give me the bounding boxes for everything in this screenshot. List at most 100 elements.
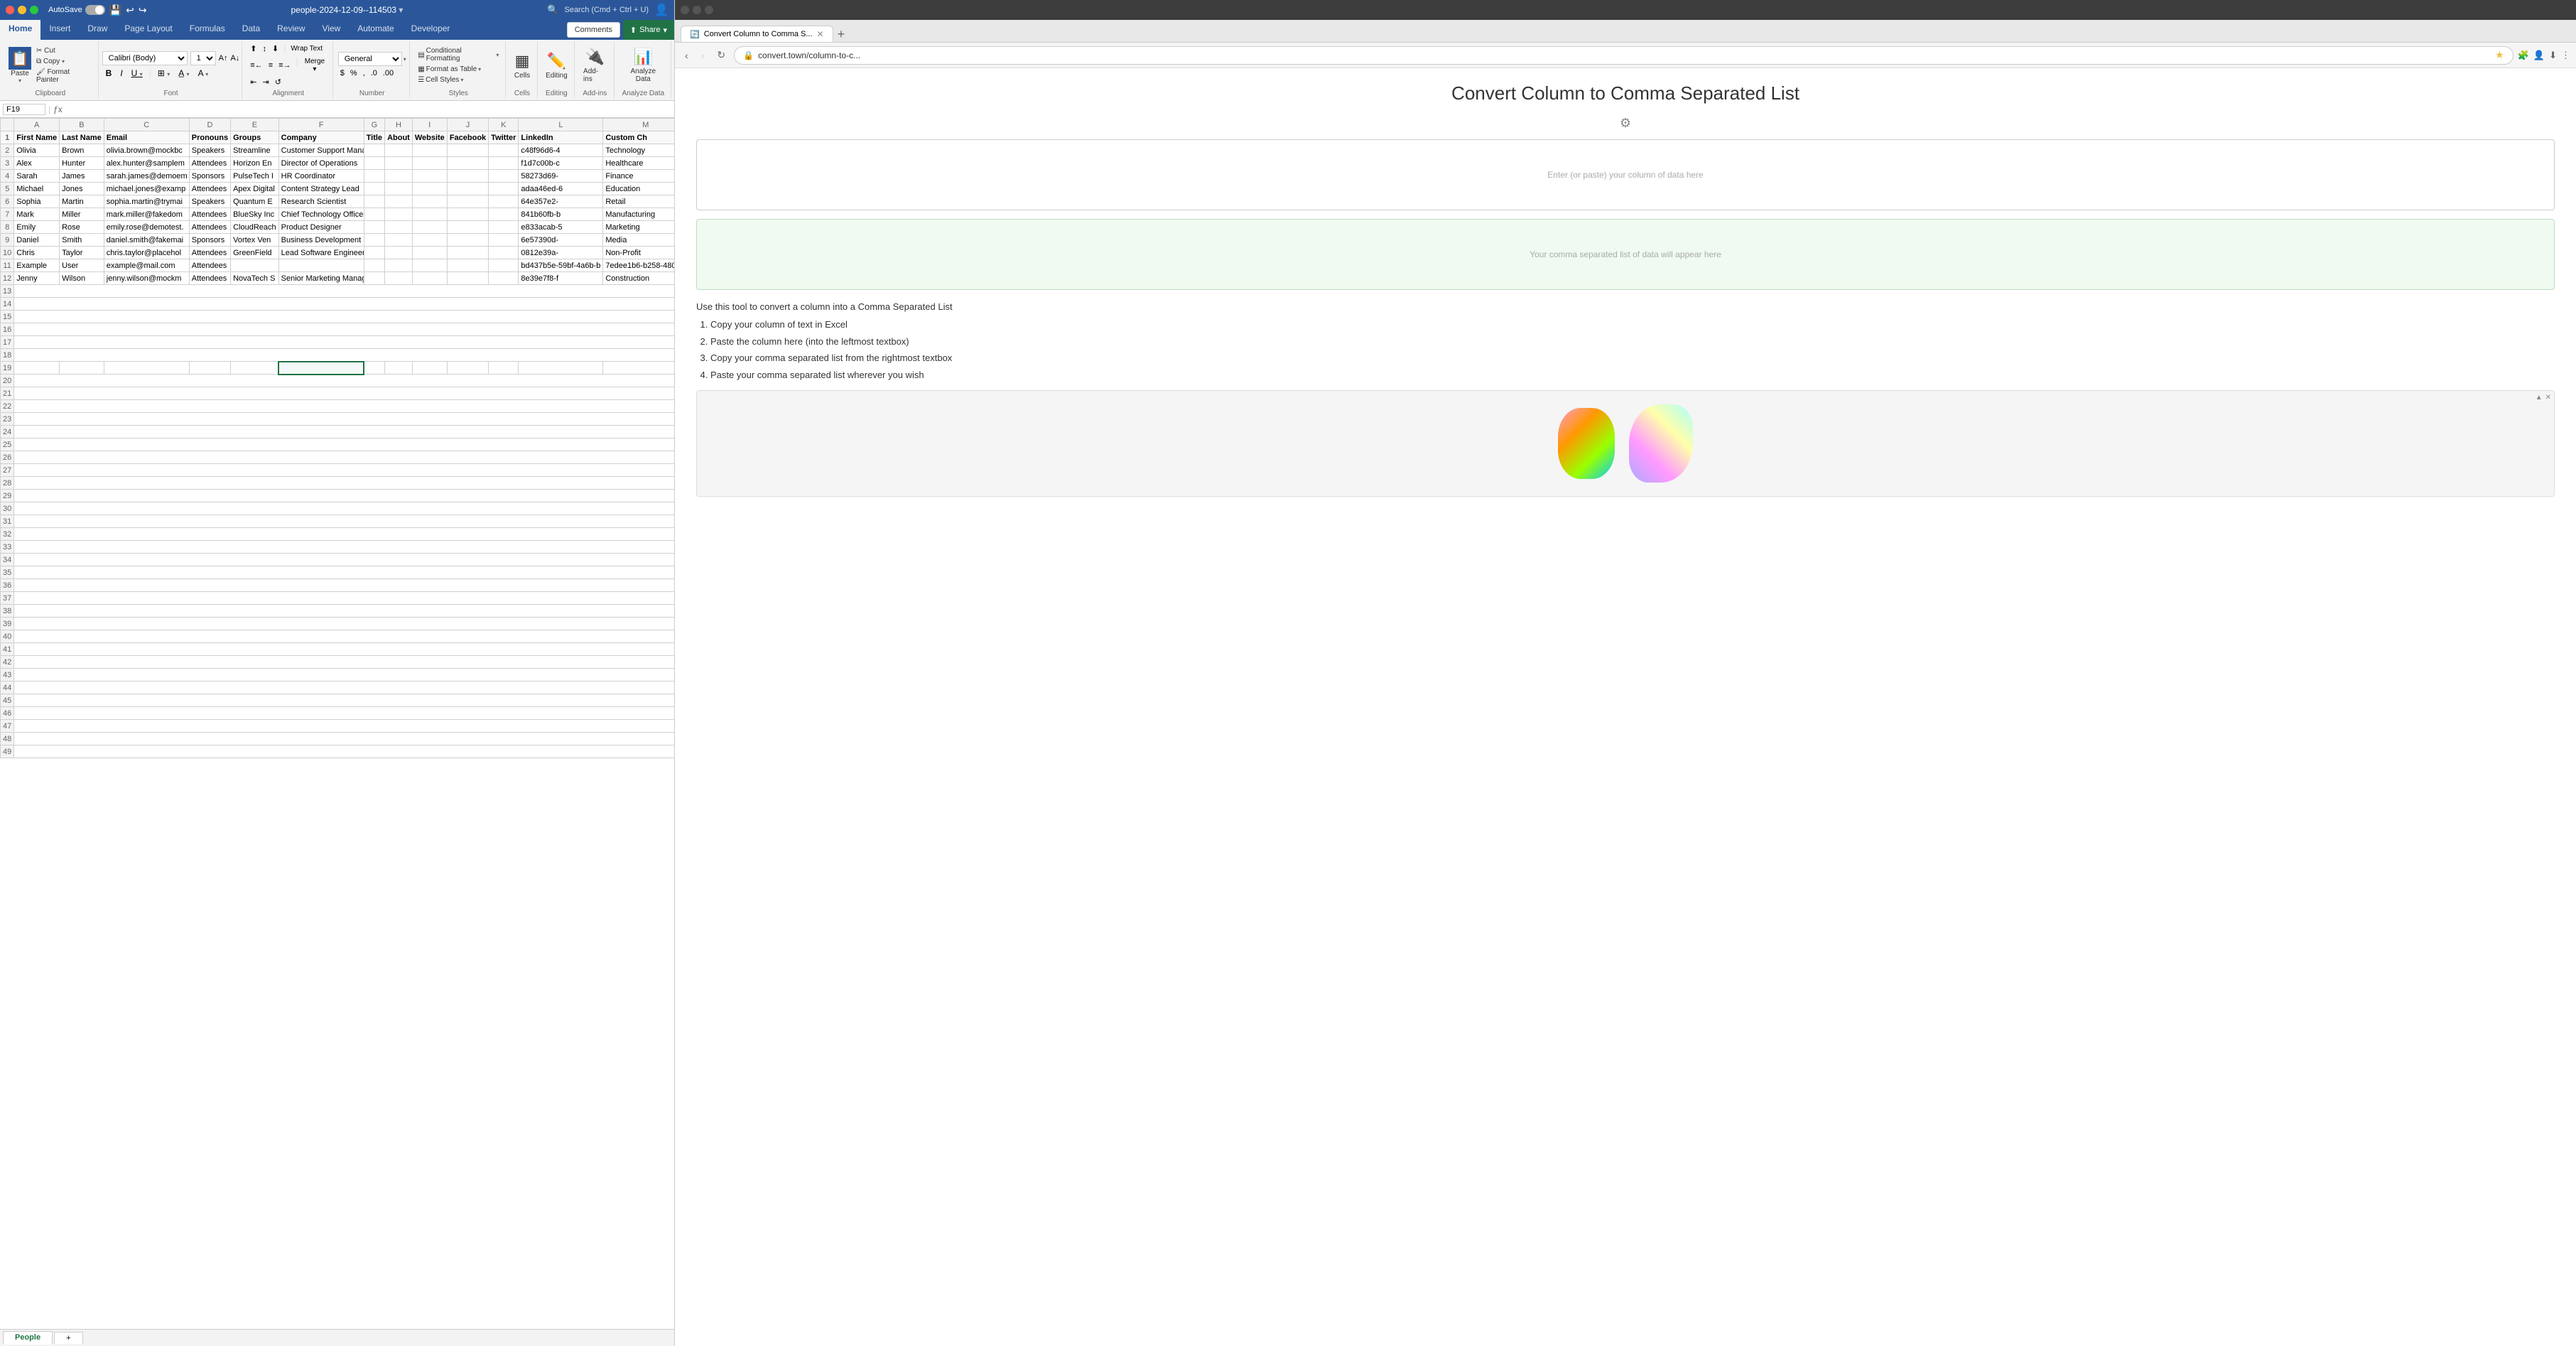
merge-center-button[interactable]: Merge ▾: [301, 56, 329, 75]
cell[interactable]: Taylor: [60, 247, 104, 259]
bookmark-icon[interactable]: ★: [2495, 49, 2504, 61]
cell[interactable]: [364, 157, 384, 170]
cell[interactable]: [489, 362, 519, 375]
cell[interactable]: Construction: [603, 272, 674, 285]
cell[interactable]: michael.jones@examp: [104, 183, 189, 195]
cell[interactable]: Attendees: [189, 208, 230, 221]
cell[interactable]: jenny.wilson@mockm: [104, 272, 189, 285]
cell[interactable]: [60, 362, 104, 375]
browser-close-button[interactable]: [681, 6, 689, 14]
cell[interactable]: Chris: [14, 247, 60, 259]
cell[interactable]: Customer Support Manager: [278, 144, 364, 157]
cell[interactable]: [364, 362, 384, 375]
cell[interactable]: PulseTech I: [231, 170, 279, 183]
cell[interactable]: Olivia: [14, 144, 60, 157]
cell[interactable]: Research Scientist: [278, 195, 364, 208]
cell[interactable]: Miller: [60, 208, 104, 221]
comments-button[interactable]: Comments: [567, 22, 620, 38]
paste-button[interactable]: 📋 Paste ▾: [7, 45, 33, 85]
browser-refresh-button[interactable]: ↻: [713, 46, 730, 64]
cell[interactable]: BlueSky Inc: [231, 208, 279, 221]
menu-icon[interactable]: ⋮: [2561, 50, 2570, 61]
cell[interactable]: [447, 157, 488, 170]
cell[interactable]: Michael: [14, 183, 60, 195]
browser-maximize-button[interactable]: [705, 6, 713, 14]
cell-c1[interactable]: Email: [104, 131, 189, 144]
tab-formulas[interactable]: Formulas: [181, 20, 234, 40]
cell[interactable]: Daniel: [14, 234, 60, 247]
cell[interactable]: [447, 170, 488, 183]
browser-tab-convert[interactable]: 🔄 Convert Column to Comma S... ✕: [681, 26, 833, 42]
font-size-selector[interactable]: 11: [190, 51, 216, 65]
cell[interactable]: Brown: [60, 144, 104, 157]
profile-icon[interactable]: 👤: [2533, 50, 2545, 61]
cell[interactable]: [104, 362, 189, 375]
cell[interactable]: [412, 183, 447, 195]
sheet-tab-add[interactable]: +: [54, 1332, 82, 1344]
cell[interactable]: [364, 170, 384, 183]
align-left-button[interactable]: ≡←: [248, 56, 264, 75]
col-header-f[interactable]: F: [278, 119, 364, 131]
download-icon[interactable]: ⬇: [2549, 50, 2557, 61]
cell[interactable]: [364, 272, 384, 285]
tab-home[interactable]: Home: [0, 20, 40, 40]
cell[interactable]: [412, 259, 447, 272]
align-center-button[interactable]: ≡: [266, 56, 275, 75]
cell[interactable]: [489, 259, 519, 272]
cell[interactable]: Marketing: [603, 221, 674, 234]
cell[interactable]: Jones: [60, 183, 104, 195]
tab-developer[interactable]: Developer: [403, 20, 459, 40]
sheet-tab-people[interactable]: People: [3, 1331, 53, 1345]
cell-j1[interactable]: Facebook: [447, 131, 488, 144]
cell-h1[interactable]: About: [385, 131, 413, 144]
tab-page-layout[interactable]: Page Layout: [116, 20, 180, 40]
cell[interactable]: [447, 144, 488, 157]
increase-font-button[interactable]: A↑: [219, 54, 228, 63]
cell[interactable]: [385, 362, 413, 375]
col-header-k[interactable]: K: [489, 119, 519, 131]
cell[interactable]: [364, 208, 384, 221]
cell[interactable]: Martin: [60, 195, 104, 208]
cell[interactable]: 0812e39a-: [519, 247, 603, 259]
copy-button[interactable]: ⧉ Copy ▾: [34, 57, 94, 66]
browser-minimize-button[interactable]: [693, 6, 701, 14]
addins-button[interactable]: 🔌 Add-ins: [580, 46, 610, 85]
close-button[interactable]: [6, 6, 14, 14]
cell[interactable]: Alex: [14, 157, 60, 170]
font-color-button[interactable]: A ▾: [195, 67, 212, 80]
cell[interactable]: Emily: [14, 221, 60, 234]
tab-automate[interactable]: Automate: [349, 20, 402, 40]
cell[interactable]: NovaTech S: [231, 272, 279, 285]
col-header-d[interactable]: D: [189, 119, 230, 131]
cell[interactable]: Quantum E: [231, 195, 279, 208]
cell[interactable]: [412, 157, 447, 170]
cell-d1[interactable]: Pronouns: [189, 131, 230, 144]
cell[interactable]: adaa46ed-6: [519, 183, 603, 195]
cell[interactable]: [385, 208, 413, 221]
cell[interactable]: Apex Digital: [231, 183, 279, 195]
cell[interactable]: [603, 362, 674, 375]
browser-new-tab-button[interactable]: +: [835, 27, 848, 42]
cell[interactable]: Non-Profit: [603, 247, 674, 259]
cell[interactable]: Sponsors: [189, 170, 230, 183]
cell[interactable]: [385, 221, 413, 234]
cell[interactable]: [364, 234, 384, 247]
cell[interactable]: [385, 183, 413, 195]
cell-g1[interactable]: Title: [364, 131, 384, 144]
cell[interactable]: [364, 221, 384, 234]
column-output-area[interactable]: Your comma separated list of data will a…: [696, 219, 2555, 290]
cell[interactable]: [489, 272, 519, 285]
italic-button[interactable]: I: [117, 67, 126, 80]
cell[interactable]: example@mail.com: [104, 259, 189, 272]
cell[interactable]: [412, 247, 447, 259]
save-icon[interactable]: 💾: [109, 4, 121, 16]
cell[interactable]: c48f96d6-4: [519, 144, 603, 157]
cell[interactable]: Finance: [603, 170, 674, 183]
cell[interactable]: [447, 259, 488, 272]
cell[interactable]: chris.taylor@placehol: [104, 247, 189, 259]
cell[interactable]: Rose: [60, 221, 104, 234]
cell[interactable]: [489, 208, 519, 221]
cell[interactable]: User: [60, 259, 104, 272]
settings-icon[interactable]: ⚙: [696, 116, 2555, 131]
cell[interactable]: 58273d69-: [519, 170, 603, 183]
